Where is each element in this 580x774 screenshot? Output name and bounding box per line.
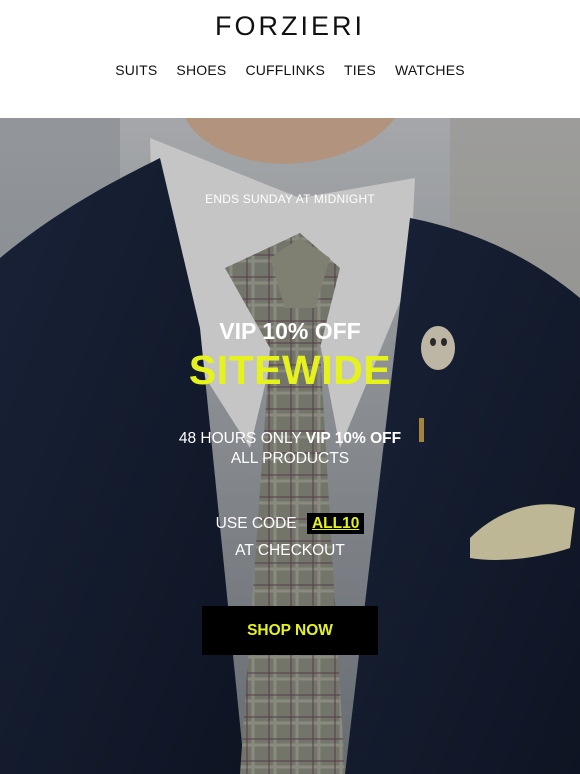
nav-item-suits[interactable]: SUITS: [106, 62, 167, 78]
urgency-text: ENDS SUNDAY AT MIDNIGHT: [205, 192, 375, 206]
code-prefix: USE CODE: [215, 515, 297, 532]
email-header: FORZIERI SUITS SHOES CUFFLINKS TIES WATC…: [0, 0, 580, 118]
headline-highlight: SITEWIDE: [188, 347, 392, 393]
nav-item-cufflinks[interactable]: CUFFLINKS: [236, 62, 335, 78]
offer-bold: VIP 10% OFF: [305, 430, 402, 447]
headline: VIP 10% OFF: [219, 318, 361, 344]
brand-logo[interactable]: FORZIERI: [0, 11, 580, 42]
nav-item-watches[interactable]: WATCHES: [385, 62, 474, 78]
offer-prefix: 48 HOURS ONLY: [178, 430, 302, 447]
nav-item-shoes[interactable]: SHOES: [167, 62, 236, 78]
nav-item-ties[interactable]: TIES: [335, 62, 386, 78]
shop-now-button[interactable]: SHOP NOW: [202, 606, 378, 655]
offer-line-1: 48 HOURS ONLY VIP 10% OFF: [0, 429, 580, 449]
category-nav: SUITS SHOES CUFFLINKS TIES WATCHES: [0, 62, 580, 78]
offer-line-2: ALL PRODUCTS: [230, 450, 350, 467]
offer-details: 48 HOURS ONLY VIP 10% OFF ALL PRODUCTS: [0, 429, 580, 469]
promo-code-block: USE CODE ALL10 AT CHECKOUT: [0, 510, 580, 564]
hero-banner[interactable]: ENDS SUNDAY AT MIDNIGHT VIP 10% OFF SITE…: [0, 118, 580, 774]
code-line: USE CODE ALL10: [0, 510, 580, 537]
code-suffix: AT CHECKOUT: [235, 542, 345, 559]
promo-code[interactable]: ALL10: [306, 513, 365, 534]
